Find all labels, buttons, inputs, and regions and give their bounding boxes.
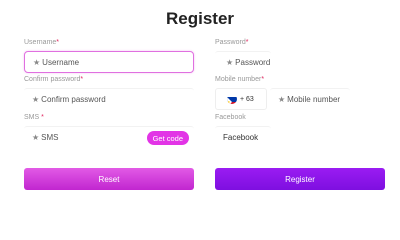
page-title: Register <box>165 9 235 28</box>
star-icon: ★ <box>33 57 41 67</box>
facebook-label-text: Facebook <box>215 114 246 121</box>
required-mark: * <box>41 114 44 121</box>
register-button[interactable]: Register <box>215 168 385 190</box>
reset-button[interactable]: Reset <box>24 168 194 190</box>
facebook-label: Facebook <box>215 114 246 121</box>
star-icon: ★ <box>226 58 234 67</box>
star-icon: ★ <box>32 95 40 104</box>
username-label: Username* <box>24 39 59 46</box>
facebook-field[interactable]: Facebook <box>215 126 271 148</box>
sms-placeholder: SMS <box>41 133 59 142</box>
country-code-select[interactable]: + 63 <box>215 88 267 110</box>
password-label: Password* <box>215 39 248 46</box>
sms-label: SMS * <box>24 114 44 121</box>
username-field[interactable]: ★ Username <box>24 51 194 73</box>
confirm-password-label-text: Confirm password <box>24 76 81 83</box>
username-placeholder: Username <box>42 57 80 67</box>
facebook-value: Facebook <box>223 133 259 142</box>
confirm-password-label: Confirm password* <box>24 76 83 83</box>
confirm-password-placeholder: Confirm password <box>41 95 106 104</box>
mobile-label: Mobile number* <box>215 76 264 83</box>
sms-label-text: SMS <box>24 114 40 121</box>
get-code-button[interactable]: Get code <box>146 131 189 145</box>
required-mark: * <box>56 39 60 46</box>
sms-field[interactable]: ★ SMS Get code <box>24 126 194 148</box>
confirm-password-field[interactable]: ★ Confirm password <box>24 88 194 110</box>
required-mark: * <box>80 76 84 83</box>
username-label-text: Username <box>24 39 57 46</box>
password-label-text: Password <box>215 39 246 46</box>
required-mark: * <box>245 39 249 46</box>
mobile-number-placeholder: Mobile number <box>287 95 341 104</box>
mobile-label-text: Mobile number <box>215 76 262 83</box>
password-placeholder: Password <box>235 58 271 67</box>
star-icon: ★ <box>278 95 286 104</box>
required-mark: * <box>261 76 265 83</box>
mobile-number-field[interactable]: ★ Mobile number <box>270 88 350 110</box>
password-field[interactable]: ★ Password <box>215 51 271 73</box>
star-icon: ★ <box>32 133 40 142</box>
philippines-flag-icon <box>227 94 237 104</box>
country-code: + 63 <box>240 95 254 103</box>
